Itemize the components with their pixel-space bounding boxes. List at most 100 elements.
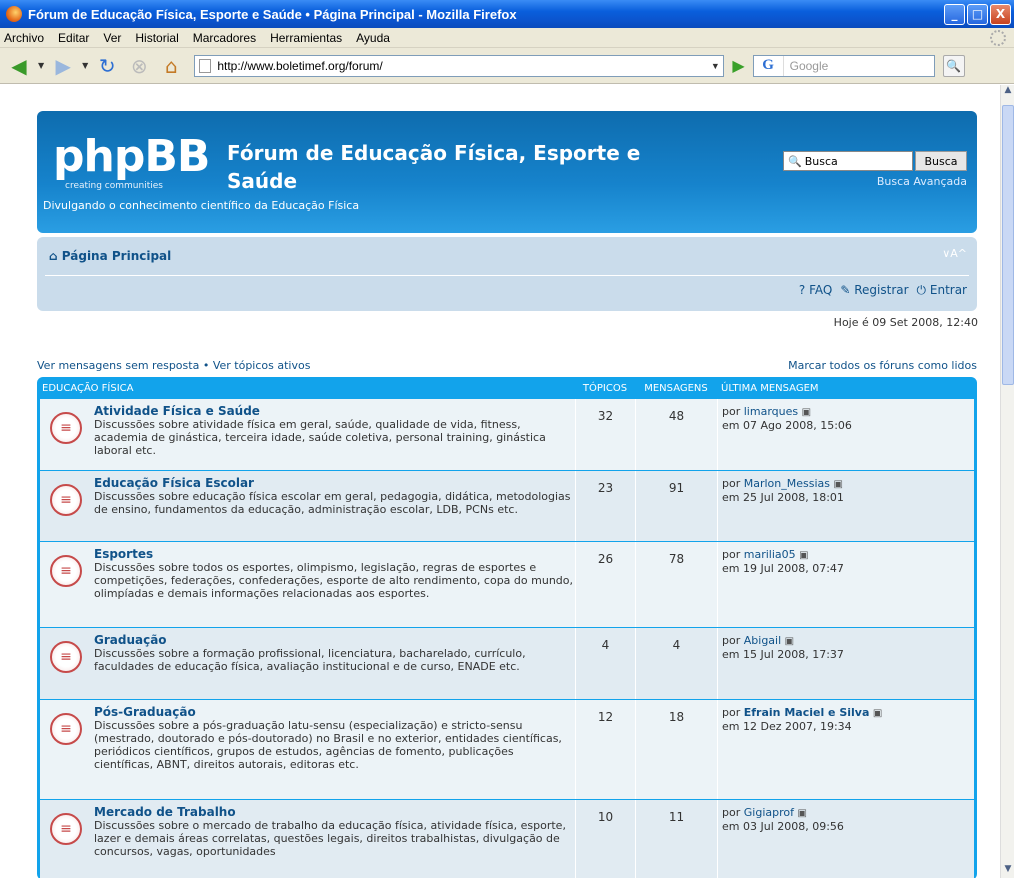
forum-posts-count: 78: [635, 542, 717, 627]
home-icon[interactable]: ⌂: [158, 54, 184, 78]
menu-ver[interactable]: Ver: [103, 31, 121, 45]
last-post-by: por: [722, 706, 741, 719]
url-input[interactable]: http://www.boletimef.org/forum/: [217, 59, 707, 73]
forum-posts-count: 18: [635, 700, 717, 799]
search-icon[interactable]: 🔍: [942, 54, 965, 77]
site-description: Divulgando o conhecimento científico da …: [43, 199, 360, 212]
forum-topics-count: 23: [575, 471, 635, 541]
mark-read-link[interactable]: Marcar todos os fóruns como lidos: [788, 359, 977, 372]
reload-icon[interactable]: ↻: [94, 54, 120, 78]
forum-title-link[interactable]: Graduação: [94, 633, 575, 647]
login-link[interactable]: ⏻ Entrar: [917, 283, 967, 298]
phpbb-logo[interactable]: phpBB: [53, 131, 210, 182]
forum-last-post: por Efrain Maciel e Silva ▣ em 12 Dez 20…: [717, 700, 974, 799]
maximize-button[interactable]: □: [967, 3, 988, 25]
faq-label: FAQ: [809, 283, 833, 297]
vertical-scrollbar[interactable]: ▲ ▼: [1000, 85, 1014, 878]
forum-read-icon: ≡: [50, 813, 82, 845]
forum-title-link[interactable]: Esportes: [94, 547, 575, 561]
navigation-toolbar: ◀ ▼ ▶ ▼ ↻ ⊗ ⌂ http://www.boletimef.org/f…: [0, 48, 1014, 84]
home-link-label: Página Principal: [61, 249, 172, 263]
forum-description: Discussões sobre educação física escolar…: [94, 490, 571, 516]
back-dropdown-icon[interactable]: ▼: [38, 61, 44, 70]
forum-description: Discussões sobre a formação profissional…: [94, 647, 526, 673]
logo-subtitle: creating communities: [65, 181, 163, 191]
register-label: Registrar: [854, 283, 909, 297]
menu-marcadores[interactable]: Marcadores: [193, 31, 256, 45]
last-post-user-link[interactable]: limarques: [744, 405, 798, 418]
forum-posts-count: 11: [635, 800, 717, 878]
active-topics-link[interactable]: Ver tópicos ativos: [213, 359, 311, 372]
menu-ayuda[interactable]: Ayuda: [356, 31, 390, 45]
page-icon: [199, 58, 212, 73]
last-post-by: por: [722, 634, 741, 647]
view-latest-post-icon[interactable]: ▣: [785, 636, 794, 647]
forum-row: ≡ Graduação Discussões sobre a formação …: [40, 628, 974, 700]
forum-text: Pós-Graduação Discussões sobre a pós-gra…: [94, 705, 575, 795]
forum-topics-count: 26: [575, 542, 635, 627]
home-link[interactable]: ⌂ Página Principal: [49, 249, 171, 263]
minimize-button[interactable]: _: [944, 3, 965, 25]
header-category[interactable]: Educação Física: [40, 383, 575, 394]
forum-row: ≡ Educação Física Escolar Discussões sob…: [40, 471, 974, 542]
advanced-search-link[interactable]: Busca Avançada: [877, 175, 967, 188]
url-bar[interactable]: http://www.boletimef.org/forum/ ▼: [194, 54, 725, 77]
forum-text: Atividade Física e Saúde Discussões sobr…: [94, 404, 575, 466]
forum-read-icon: ≡: [50, 641, 82, 673]
scrollbar-thumb[interactable]: [1002, 105, 1014, 385]
view-latest-post-icon[interactable]: ▣: [834, 479, 843, 490]
scroll-down-icon[interactable]: ▼: [1001, 864, 1014, 878]
last-post-user-link[interactable]: Marlon_Messias: [744, 477, 830, 490]
last-post-user-link[interactable]: Efrain Maciel e Silva: [744, 706, 870, 719]
forum-search-input[interactable]: 🔍 Busca: [783, 151, 913, 171]
forum-row: ≡ Atividade Física e Saúde Discussões so…: [40, 399, 974, 471]
view-latest-post-icon[interactable]: ▣: [797, 808, 806, 819]
font-size-control[interactable]: ∨A^: [942, 247, 967, 260]
unanswered-link[interactable]: Ver mensagens sem resposta: [37, 359, 199, 372]
forum-title-link[interactable]: Atividade Física e Saúde: [94, 404, 575, 418]
forum-row-main: ≡ Mercado de Trabalho Discussões sobre o…: [40, 800, 575, 878]
forum-title-link[interactable]: Educação Física Escolar: [94, 476, 575, 490]
menu-historial[interactable]: Historial: [135, 31, 178, 45]
last-post-by: por: [722, 405, 741, 418]
last-post-user-link[interactable]: Abigail: [744, 634, 781, 647]
scroll-up-icon[interactable]: ▲: [1001, 85, 1014, 99]
view-latest-post-icon[interactable]: ▣: [873, 708, 882, 719]
forum-last-post: por Gigiaprof ▣ em 03 Jul 2008, 09:56: [717, 800, 974, 878]
forward-dropdown-icon[interactable]: ▼: [82, 61, 88, 70]
home-icon: ⌂: [49, 249, 58, 263]
view-latest-post-icon[interactable]: ▣: [799, 550, 808, 561]
throbber-icon: [990, 30, 1006, 46]
last-post-date: em 07 Ago 2008, 15:06: [722, 419, 852, 432]
register-link[interactable]: ✎ Registrar: [840, 283, 908, 298]
last-post-user-link[interactable]: marilia05: [744, 548, 796, 561]
faq-link[interactable]: ? FAQ: [799, 283, 832, 298]
forum-search-button[interactable]: Busca: [915, 151, 967, 171]
forum-last-post: por limarques ▣ em 07 Ago 2008, 15:06: [717, 399, 974, 470]
forum-posts-count: 48: [635, 399, 717, 470]
menu-archivo[interactable]: Archivo: [4, 31, 44, 45]
google-icon[interactable]: G: [754, 55, 784, 76]
forum-title-link[interactable]: Pós-Graduação: [94, 705, 575, 719]
url-dropdown-icon[interactable]: ▼: [707, 61, 723, 71]
forum-table: Educação Física Tópicos Mensagens Última…: [37, 377, 977, 878]
links-row: Ver mensagens sem resposta • Ver tópicos…: [37, 359, 977, 372]
menu-editar[interactable]: Editar: [58, 31, 89, 45]
search-input[interactable]: Google: [784, 59, 829, 73]
header-topics: Tópicos: [582, 382, 628, 394]
close-button[interactable]: X: [990, 3, 1011, 25]
stop-icon[interactable]: ⊗: [126, 54, 152, 78]
forum-title-link[interactable]: Mercado de Trabalho: [94, 805, 575, 819]
search-bar[interactable]: G Google: [752, 54, 935, 77]
go-icon[interactable]: ▶: [732, 56, 744, 75]
last-post-by: por: [722, 477, 741, 490]
header-last-post: Última mensagem: [721, 382, 819, 394]
last-post-user-link[interactable]: Gigiaprof: [744, 806, 794, 819]
menu-herramientas[interactable]: Herramientas: [270, 31, 342, 45]
view-latest-post-icon[interactable]: ▣: [802, 407, 811, 418]
back-icon[interactable]: ◀: [6, 54, 32, 78]
site-title: Fórum de Educação Física, Esporte e Saúd…: [227, 141, 641, 193]
forward-icon[interactable]: ▶: [50, 54, 76, 78]
last-post-by: por: [722, 548, 741, 561]
firefox-logo-icon: [6, 6, 22, 22]
